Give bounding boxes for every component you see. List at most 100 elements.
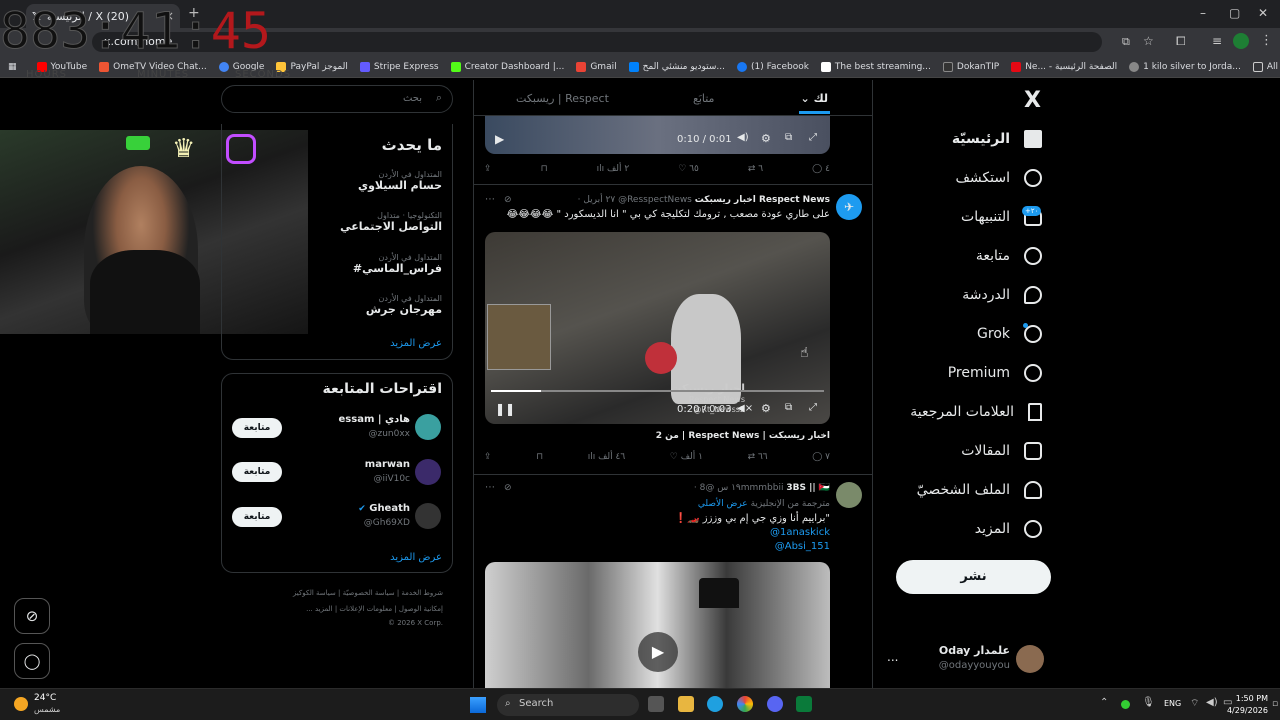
play-button[interactable]: ▶ bbox=[638, 632, 678, 672]
edge-icon[interactable] bbox=[707, 696, 723, 712]
x-logo-icon[interactable]: X bbox=[1024, 88, 1041, 113]
tweet-handle[interactable]: @8mmmbbii bbox=[700, 483, 784, 493]
show-more-link[interactable]: عرض المزيد bbox=[390, 338, 442, 349]
tray-chevron-icon[interactable]: ⌃ bbox=[1100, 697, 1108, 708]
weather-temp[interactable]: 24°C bbox=[34, 693, 56, 703]
views-count[interactable]: ılı ٤٦ ألف bbox=[588, 452, 625, 462]
bookmark-item[interactable]: ستوديو منشئي المح... bbox=[628, 61, 725, 72]
settings-icon[interactable]: ⚙ bbox=[761, 132, 771, 145]
suggestion-name[interactable]: ✔ Gheath bbox=[300, 503, 410, 514]
bookmark-item[interactable]: Stripe Express bbox=[359, 61, 439, 72]
tab-respect-list[interactable]: ريسبكت | Respect bbox=[516, 92, 609, 105]
star-icon[interactable]: ☆ bbox=[1143, 34, 1154, 48]
extensions-icon[interactable]: ⧠ bbox=[1176, 34, 1186, 49]
suggestion-avatar[interactable] bbox=[415, 503, 441, 529]
follow-button[interactable]: متابعة bbox=[232, 507, 282, 527]
settings-icon[interactable]: ⚙ bbox=[761, 402, 771, 415]
app-icon[interactable] bbox=[796, 696, 812, 712]
bookmark-item[interactable]: Gmail bbox=[576, 61, 617, 72]
reply-count[interactable]: ◯ ٧ bbox=[812, 452, 830, 462]
like-count[interactable]: ♡ ٦٥ bbox=[678, 164, 699, 174]
follow-button[interactable]: متابعة bbox=[232, 418, 282, 438]
footer-links[interactable]: إمكانية الوصول | معلومات الإعلانات | الم… bbox=[221, 605, 443, 613]
clock-time[interactable]: 1:50 PM bbox=[1232, 694, 1268, 703]
tweet-avatar[interactable] bbox=[836, 482, 862, 508]
nav-explore[interactable]: استكشف bbox=[955, 163, 1042, 193]
video-player[interactable]: اخبار ريسبكت Respect News @Rt_Newss2 ❚❚ … bbox=[485, 232, 830, 424]
popout-icon[interactable]: ⧉ bbox=[785, 132, 792, 143]
bookmark-item[interactable]: 1 kilo silver to Jorda... bbox=[1129, 61, 1241, 72]
suggestion-avatar[interactable] bbox=[415, 459, 441, 485]
tweet-source[interactable]: من 2 | Respect News | اخبار ريسبكت bbox=[484, 431, 830, 441]
account-name[interactable]: Oday علمدار bbox=[936, 644, 1010, 657]
account-more-icon[interactable]: ... bbox=[887, 650, 898, 664]
nav-home[interactable]: الرئيسيّة bbox=[952, 124, 1042, 154]
retweet-count[interactable]: ⇄ ٦ bbox=[748, 164, 763, 174]
tab-for-you[interactable]: ⌄ لك bbox=[798, 84, 830, 114]
video-progress-track[interactable] bbox=[491, 390, 824, 392]
chrome-icon[interactable] bbox=[737, 696, 753, 712]
clock-date[interactable]: 4/29/2026 bbox=[1222, 706, 1268, 715]
mic-icon[interactable]: 🎙 bbox=[1142, 697, 1155, 708]
mute-icon[interactable]: ◀× bbox=[737, 403, 753, 414]
language-indicator[interactable]: ENG bbox=[1164, 699, 1181, 708]
install-icon[interactable]: ⧉ bbox=[1122, 35, 1130, 49]
nav-grok[interactable]: Grok bbox=[977, 319, 1042, 349]
minimize-button[interactable]: – bbox=[1200, 6, 1206, 20]
tweet-handle[interactable]: @ResspectNews bbox=[618, 195, 692, 205]
video-player[interactable]: ▶ 0:10 / 0:01 ◀) ⚙ ⧉ ⤢ bbox=[485, 116, 830, 154]
bookmark-item[interactable]: Creator Dashboard |... bbox=[450, 61, 564, 72]
post-button[interactable]: نشر bbox=[896, 560, 1051, 594]
network-icon[interactable]: ⌔ bbox=[1190, 697, 1199, 710]
tweet-avatar[interactable]: ✈ bbox=[836, 194, 862, 220]
mention-link[interactable]: @1anaskick bbox=[600, 527, 830, 538]
reply-count[interactable]: ◯ ٤ bbox=[812, 164, 830, 174]
search-box[interactable]: بحث ⌕ bbox=[221, 85, 453, 113]
suggestion-name[interactable]: marwan bbox=[300, 459, 410, 470]
file-explorer-icon[interactable] bbox=[678, 696, 694, 712]
fullscreen-icon[interactable]: ⤢ bbox=[809, 402, 817, 413]
trend-item[interactable]: المتداول في الأردن مهرجان جرش bbox=[242, 294, 442, 316]
bookmark-item[interactable]: Ne... - الصفحة الرئيسية bbox=[1011, 61, 1117, 72]
show-more-link[interactable]: عرض المزيد bbox=[300, 552, 442, 563]
maximize-button[interactable]: ▢ bbox=[1229, 6, 1240, 20]
suggestion-name[interactable]: essam | هادي bbox=[300, 414, 410, 425]
bookmark-item[interactable]: (1) Facebook bbox=[737, 61, 809, 72]
grok-float-icon[interactable]: ⊘ bbox=[14, 598, 50, 634]
profile-avatar-icon[interactable] bbox=[1233, 33, 1249, 49]
share-icon[interactable]: ⇪ bbox=[484, 452, 492, 462]
bookmark-item[interactable]: The best streaming... bbox=[820, 61, 931, 72]
chat-float-icon[interactable]: ◯ bbox=[14, 643, 50, 679]
volume-icon[interactable]: ◀) bbox=[737, 132, 749, 143]
grok-action-icon[interactable]: ⊘ bbox=[504, 483, 512, 493]
follow-button[interactable]: متابعة bbox=[232, 462, 282, 482]
share-icon[interactable]: ⇪ bbox=[484, 164, 492, 174]
trend-item[interactable]: التكنولوجيا · متداول التواصل الاجتماعي bbox=[242, 211, 442, 233]
views-count[interactable]: ılı ٢ ألف bbox=[597, 164, 630, 174]
nav-articles[interactable]: المقالات bbox=[961, 436, 1042, 466]
taskbar-search[interactable]: ⌕ Search bbox=[497, 694, 639, 716]
fullscreen-icon[interactable]: ⤢ bbox=[809, 132, 817, 143]
all-bookmarks[interactable]: All Bookmarks bbox=[1252, 61, 1280, 72]
bookmark-action-icon[interactable]: ⊓ bbox=[541, 164, 548, 174]
account-avatar[interactable] bbox=[1016, 645, 1044, 673]
apps-grid-icon[interactable]: ▦ bbox=[8, 62, 17, 72]
bookmark-action-icon[interactable]: ⊓ bbox=[536, 452, 543, 462]
nav-profile[interactable]: الملف الشخصيّ bbox=[917, 475, 1042, 505]
nav-bookmarks[interactable]: العلامات المرجعية bbox=[910, 397, 1042, 427]
tweet-more-icon[interactable]: ⋯ bbox=[485, 194, 495, 205]
tweet-more-icon[interactable]: ⋯ bbox=[485, 482, 495, 493]
nav-more[interactable]: المزيد bbox=[975, 514, 1042, 544]
nav-follow[interactable]: متابعة bbox=[976, 241, 1042, 271]
tweet-author[interactable]: 3BS || 🇯🇴 bbox=[786, 483, 830, 493]
discord-icon[interactable] bbox=[767, 696, 783, 712]
nav-chat[interactable]: الدردشة bbox=[962, 280, 1042, 310]
tweet-author[interactable]: اخبار ريسبكت Respect News bbox=[695, 195, 830, 205]
footer-links[interactable]: شروط الخدمة | سياسة الخصوصيّة | سياسة ال… bbox=[221, 589, 443, 597]
windows-start-icon[interactable] bbox=[470, 697, 486, 713]
close-window-button[interactable]: ✕ bbox=[1258, 6, 1268, 20]
like-count[interactable]: ♡ ١ ألف bbox=[670, 452, 703, 462]
pause-icon[interactable]: ❚❚ bbox=[495, 402, 515, 416]
retweet-count[interactable]: ⇄ ٦٦ bbox=[748, 452, 768, 462]
notifications-icon[interactable]: ▫ bbox=[1272, 699, 1278, 709]
